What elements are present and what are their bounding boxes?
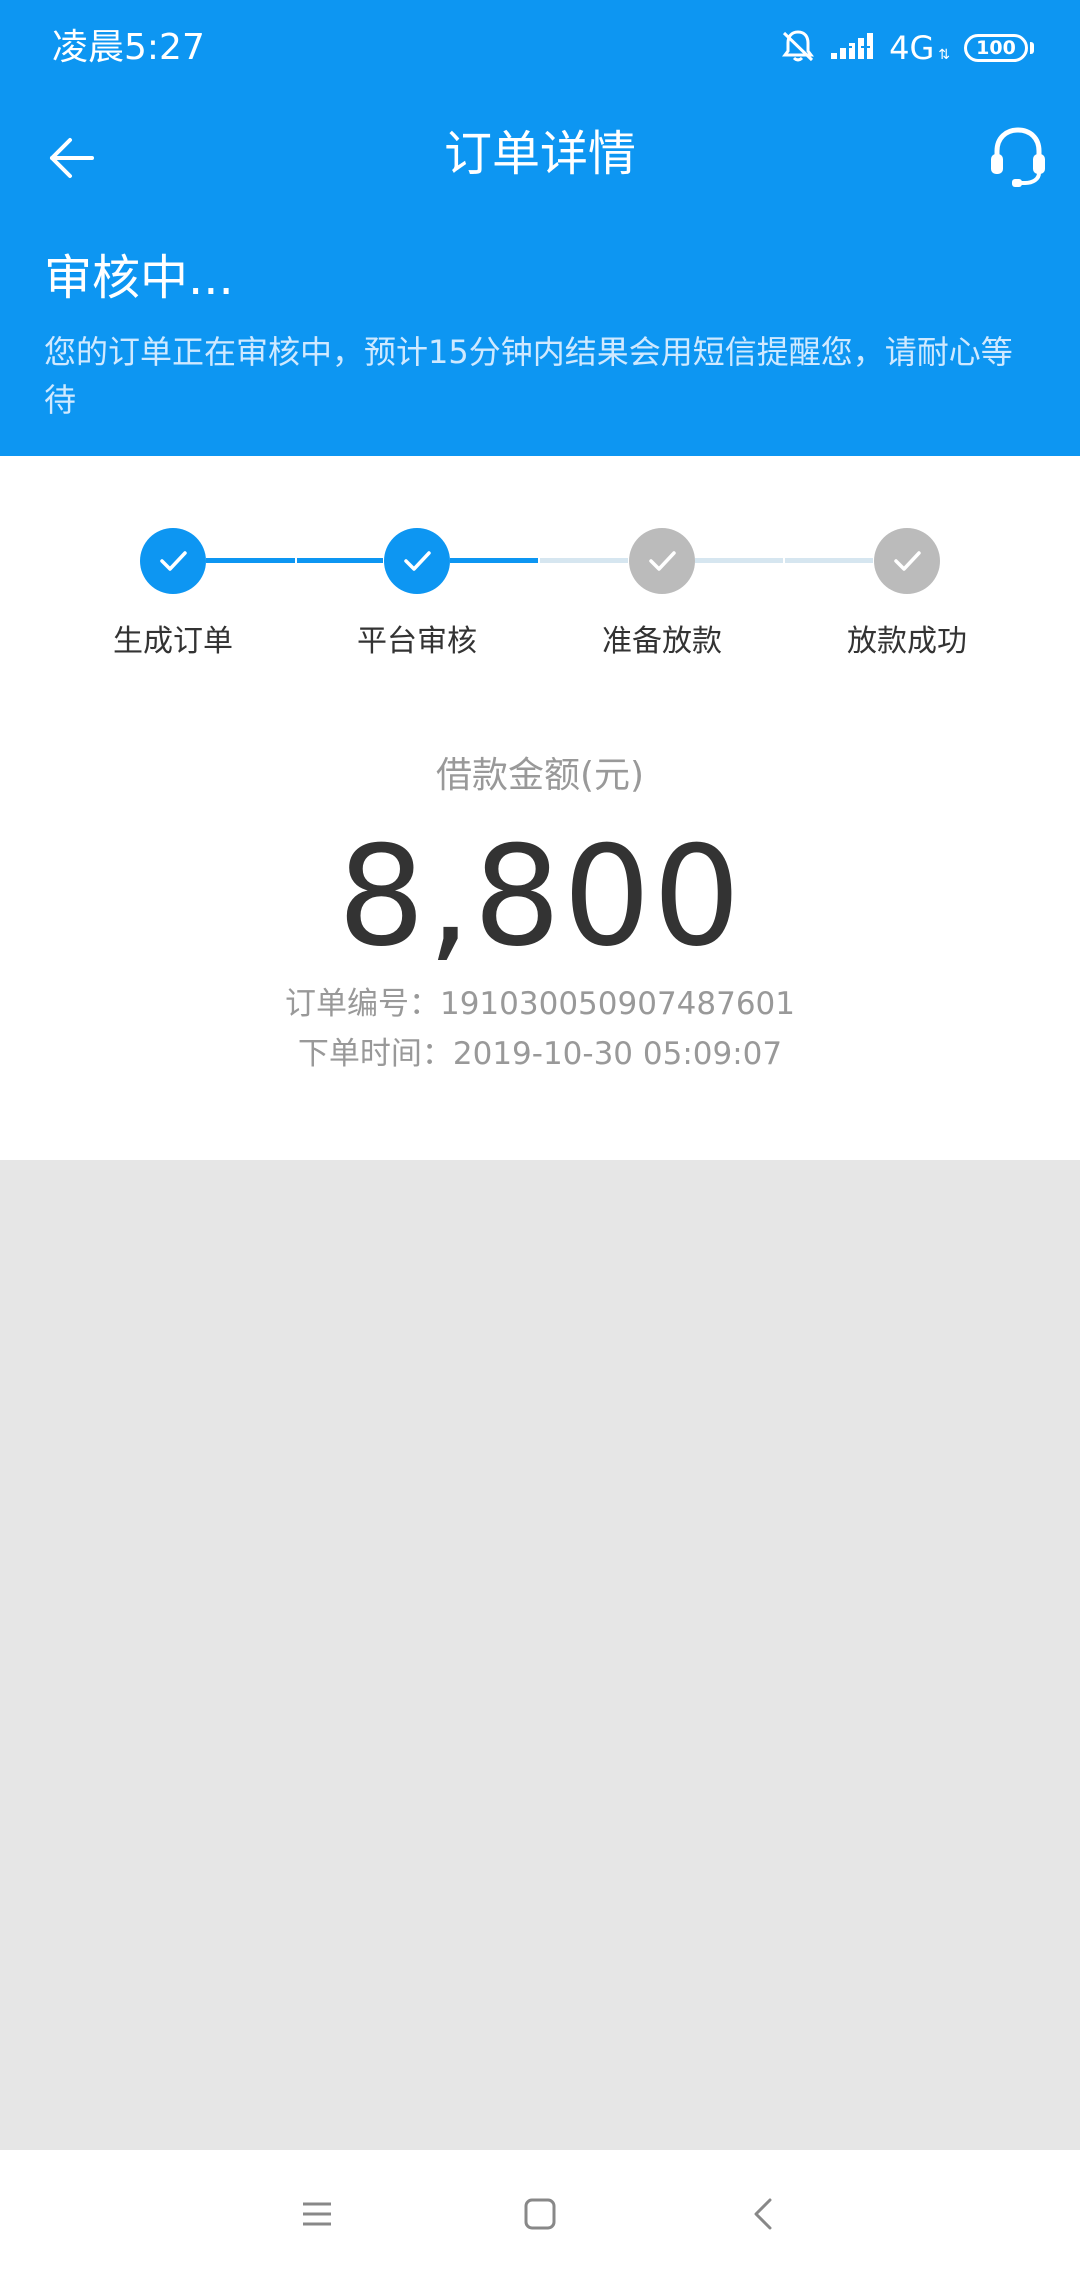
loan-amount-caption: 借款金额(元)	[435, 755, 645, 796]
step-connector-1	[206, 558, 295, 563]
menu-icon	[303, 2202, 331, 2226]
step-1-check	[140, 528, 206, 594]
alarm-off-icon	[779, 27, 817, 69]
step-4-label: 放款成功	[847, 624, 967, 659]
system-back-button[interactable]	[734, 2184, 794, 2244]
header-panel: 凌晨5:27 4G ⇅ 100 订单详情 审核中... 您的订单正在审核中，预计…	[0, 0, 1080, 456]
battery-icon: 100	[964, 34, 1034, 62]
step-connector-5	[695, 558, 783, 563]
step-connector-3	[450, 558, 538, 563]
progress-steps: 生成订单 平台审核 准备放款 放款成功	[0, 456, 1080, 696]
review-status-title: 审核中...	[44, 250, 234, 306]
page-title: 订单详情	[443, 126, 636, 182]
menu-button[interactable]	[287, 2184, 347, 2244]
step-1-label: 生成订单	[113, 624, 233, 659]
step-3-check	[629, 528, 695, 594]
loan-amount-value: 8,800	[337, 816, 743, 977]
signal-icon	[831, 31, 876, 65]
check-icon	[404, 551, 431, 571]
step-connector-6	[785, 558, 873, 563]
review-status-description: 您的订单正在审核中，预计15分钟内结果会用短信提醒您，请耐心等待	[44, 333, 1013, 419]
headset-icon	[991, 127, 1045, 187]
check-icon	[894, 551, 921, 571]
nav-bar: 订单详情	[0, 96, 1080, 210]
order-number: 订单编号：191030050907487601	[284, 986, 796, 1022]
step-4-check	[874, 528, 940, 594]
step-connector-4	[540, 558, 628, 563]
order-time: 下单时间：2019-10-30 05:09:07	[297, 1036, 783, 1072]
status-icons: 4G ⇅ 100	[779, 26, 1034, 70]
customer-service-button[interactable]	[978, 116, 1058, 196]
step-connector-2	[297, 558, 383, 563]
empty-content-area	[0, 1160, 1080, 2150]
system-nav-bar	[0, 2150, 1080, 2280]
order-card: 生成订单 平台审核 准备放款 放款成功 借款金额(元) 8,800 订单编号：1…	[0, 456, 1080, 1160]
network-type: 4G	[889, 29, 935, 67]
network-activity-icon: ⇅	[938, 47, 950, 63]
check-icon	[649, 551, 676, 571]
check-icon	[160, 551, 187, 571]
home-square-icon	[524, 2198, 556, 2230]
status-time: 凌晨5:27	[52, 27, 205, 68]
step-2-check	[384, 528, 450, 594]
step-2-label: 平台审核	[357, 624, 477, 659]
status-bar: 凌晨5:27 4G ⇅ 100	[0, 0, 1080, 96]
battery-level: 100	[976, 36, 1016, 59]
chevron-left-icon	[754, 2198, 772, 2230]
step-3-label: 准备放款	[602, 624, 722, 659]
home-button[interactable]	[510, 2184, 570, 2244]
